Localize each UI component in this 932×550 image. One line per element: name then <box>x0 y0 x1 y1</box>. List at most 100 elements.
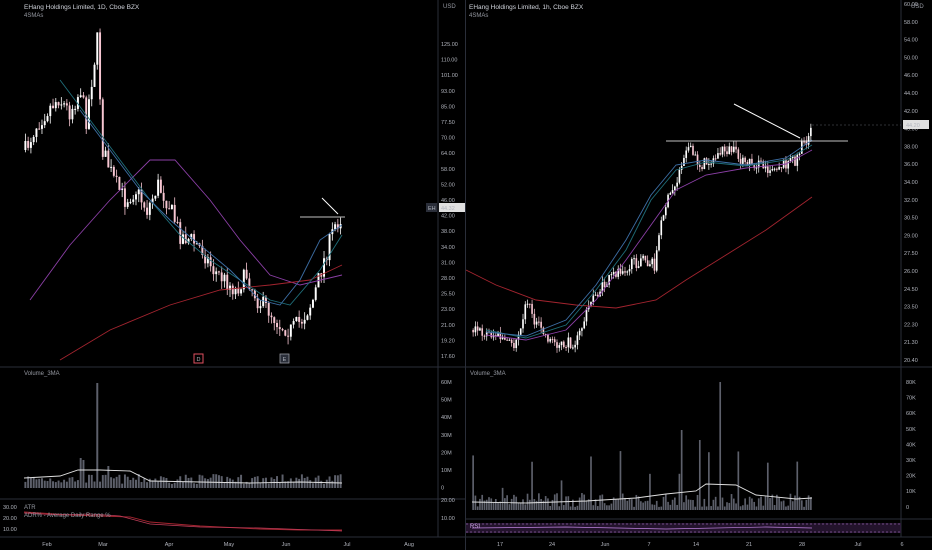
candle-body <box>479 328 481 331</box>
volume-bar <box>515 496 518 510</box>
volume-tick-label: 50M <box>441 398 452 404</box>
right-chart-canvas[interactable]: 60.0058.0054.0050.0046.0044.0042.0040.00… <box>466 0 932 550</box>
volume-bar <box>82 460 85 488</box>
volume-bar <box>253 476 256 488</box>
price-tick-label: 25.50 <box>441 292 455 298</box>
candle-body <box>112 166 115 176</box>
price-tick-label: 58.00 <box>441 167 455 173</box>
candle-body <box>245 269 248 279</box>
candle-body <box>43 121 46 126</box>
left-adr-title[interactable]: ADR% - Average Daily Range % <box>24 513 111 519</box>
volume-bar <box>794 495 796 510</box>
volume-bar <box>664 493 667 510</box>
right-currency-label: USD <box>911 4 924 10</box>
price-tick-label: 27.50 <box>904 251 918 257</box>
volume-bar <box>170 483 173 488</box>
candle-body <box>276 322 278 328</box>
sma-red-line <box>59 264 343 361</box>
volume-bar <box>778 497 780 510</box>
volume-bar <box>488 497 490 510</box>
volume-bar <box>766 462 769 510</box>
candle-body <box>137 189 140 195</box>
candle-body <box>651 258 654 265</box>
volume-bar <box>132 477 135 488</box>
volume-bar <box>669 504 672 510</box>
volume-bar <box>773 505 776 510</box>
volume-bar <box>705 506 708 510</box>
left-volume-title[interactable]: Volume_3MA <box>24 371 60 377</box>
time-tick-label: Jul <box>854 542 861 548</box>
candle-body <box>562 341 565 347</box>
volume-bar <box>240 474 243 488</box>
candle-body <box>664 207 667 216</box>
volume-bar <box>135 479 137 488</box>
sma-blue-line <box>79 109 343 306</box>
volume-bar <box>567 496 570 510</box>
candle-body <box>223 274 226 282</box>
candle-body <box>755 167 758 169</box>
volume-bar <box>787 505 790 510</box>
volume-bar <box>655 500 658 510</box>
candle-body <box>510 339 513 343</box>
candle-body <box>519 328 522 335</box>
time-tick-label: 21 <box>746 542 752 548</box>
price-tick-label: 58.00 <box>904 20 918 26</box>
right-indicator-label[interactable]: 4SMAs <box>469 13 488 19</box>
candle-body <box>646 260 649 267</box>
candle-body <box>287 335 290 337</box>
volume-bar <box>267 483 270 488</box>
candle-body <box>674 186 676 191</box>
right-volume-title[interactable]: Volume_3MA <box>470 371 506 377</box>
volume-tick-label: 60K <box>906 411 916 417</box>
candle-body <box>148 202 151 215</box>
volume-bar <box>565 496 567 510</box>
volume-bar <box>762 505 765 510</box>
volume-bar <box>755 506 758 510</box>
candle-body <box>789 158 792 162</box>
left-indicator-label[interactable]: 4SMAs <box>24 13 43 19</box>
candle-body <box>278 327 281 330</box>
candle-body <box>143 202 146 208</box>
volume-bar <box>49 478 52 488</box>
volume-bar <box>637 496 640 510</box>
candle-body <box>628 269 631 272</box>
candle-body <box>685 150 688 158</box>
candle-body <box>583 321 586 329</box>
volume-bar <box>540 499 542 510</box>
candle-body <box>531 303 533 314</box>
candle-body <box>85 97 88 129</box>
volume-bar <box>143 478 146 488</box>
volume-bar <box>303 477 306 488</box>
left-chart-pane[interactable]: 125.00 110.00 101.00 93.00 85.00 77.50 70.00 64… <box>0 0 465 550</box>
volume-bar <box>187 477 190 488</box>
volume-bar <box>626 500 629 510</box>
candle-body <box>610 274 613 276</box>
volume-bar <box>501 487 504 510</box>
left-chart-canvas[interactable]: 125.00 110.00 101.00 93.00 85.00 77.50 70.00 64… <box>0 0 465 550</box>
volume-bar <box>640 501 642 510</box>
candle-body <box>314 287 317 300</box>
volume-bar <box>760 496 762 510</box>
right-chart-title: EHang Holdings Limited, 1h, Cboe BZX <box>469 4 584 11</box>
volume-bar <box>805 499 808 510</box>
volume-bar <box>492 502 495 510</box>
volume-bar <box>65 481 68 488</box>
right-chart-pane[interactable]: 60.00 58.00 54.00 50.00 46.00 44.00 42.00 40.00… <box>466 0 932 550</box>
volume-bar <box>562 505 565 510</box>
candle-body <box>522 319 524 329</box>
volume-bar <box>680 430 683 510</box>
volume-tick-label: 20M <box>441 450 452 456</box>
volume-tick-label: 30K <box>906 458 916 464</box>
right-rsi-title[interactable]: RSI <box>470 524 480 530</box>
volume-bar <box>628 498 631 510</box>
candle-body <box>687 147 690 151</box>
trend-arrow <box>733 103 801 139</box>
volume-bar <box>683 502 685 510</box>
volume-bar <box>807 495 810 510</box>
volume-bar <box>522 499 524 510</box>
volume-bar <box>217 475 220 488</box>
candle-body <box>65 103 68 106</box>
candle-body <box>744 157 746 162</box>
left-atr-title[interactable]: ATR <box>24 505 36 511</box>
price-tick-label: 36.00 <box>904 162 918 168</box>
